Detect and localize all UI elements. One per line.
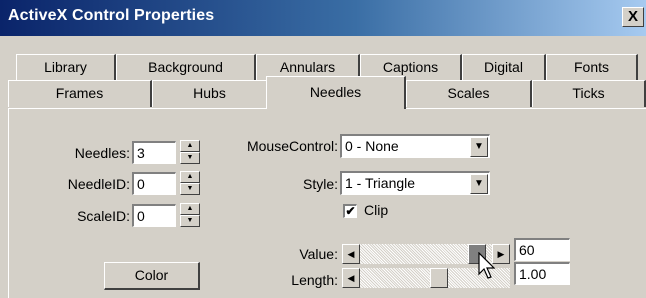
needle-id-spinner[interactable]: ▲ ▼	[180, 171, 200, 195]
spin-up-icon[interactable]: ▲	[180, 140, 200, 152]
needles-label: Needles:	[74, 145, 130, 161]
mouse-control-value: 0 - None	[345, 138, 399, 154]
tab-background[interactable]: Background	[116, 54, 256, 81]
clip-label: Clip	[364, 202, 389, 218]
style-value: 1 - Triangle	[345, 175, 416, 191]
chevron-down-icon[interactable]: ▼	[470, 174, 488, 194]
scroll-left-icon[interactable]: ◀	[342, 268, 360, 288]
needles-spinner[interactable]: ▲ ▼	[180, 140, 200, 164]
tab-needles[interactable]: Needles	[266, 76, 406, 109]
clip-checkbox[interactable]: ✔	[343, 204, 357, 218]
value-label: Value:	[299, 246, 338, 262]
length-scroll-thumb[interactable]	[430, 268, 448, 288]
color-button[interactable]: Color	[104, 262, 200, 290]
length-label: Length:	[291, 272, 338, 288]
spin-down-icon[interactable]: ▼	[180, 183, 200, 195]
mouse-control-label: MouseControl:	[246, 138, 338, 154]
tab-hubs[interactable]: Hubs	[152, 80, 268, 107]
tab-library[interactable]: Library	[16, 54, 116, 81]
window-title: ActiveX Control Properties	[8, 7, 215, 24]
mouse-cursor-icon	[478, 252, 496, 279]
spin-down-icon[interactable]: ▼	[180, 152, 200, 164]
chevron-down-icon[interactable]: ▼	[470, 137, 488, 157]
style-select[interactable]: 1 - Triangle ▼	[340, 171, 490, 195]
needle-id-input[interactable]: 0	[132, 172, 176, 195]
close-icon: X	[627, 8, 638, 25]
spin-up-icon[interactable]: ▲	[180, 203, 200, 215]
check-icon: ✔	[345, 204, 356, 218]
tab-digital[interactable]: Digital	[462, 54, 546, 81]
scale-id-label: ScaleID:	[77, 208, 130, 224]
tab-ticks[interactable]: Ticks	[532, 80, 646, 107]
scale-id-input[interactable]: 0	[132, 204, 176, 227]
style-label: Style:	[302, 176, 338, 192]
value-input[interactable]: 60	[514, 238, 570, 261]
scale-id-spinner[interactable]: ▲ ▼	[180, 203, 200, 227]
needle-id-label: NeedleID:	[67, 176, 130, 192]
tab-fonts[interactable]: Fonts	[546, 54, 638, 81]
tab-scales[interactable]: Scales	[406, 80, 532, 107]
mouse-control-select[interactable]: 0 - None ▼	[340, 134, 490, 158]
tab-frames[interactable]: Frames	[8, 80, 152, 107]
close-button[interactable]: X	[622, 7, 644, 27]
title-bar: ActiveX Control Properties X	[0, 0, 646, 36]
needles-input[interactable]: 3	[132, 141, 176, 164]
spin-down-icon[interactable]: ▼	[180, 215, 200, 227]
spin-up-icon[interactable]: ▲	[180, 171, 200, 183]
length-input[interactable]: 1.00	[514, 262, 570, 285]
scroll-left-icon[interactable]: ◀	[342, 244, 360, 264]
